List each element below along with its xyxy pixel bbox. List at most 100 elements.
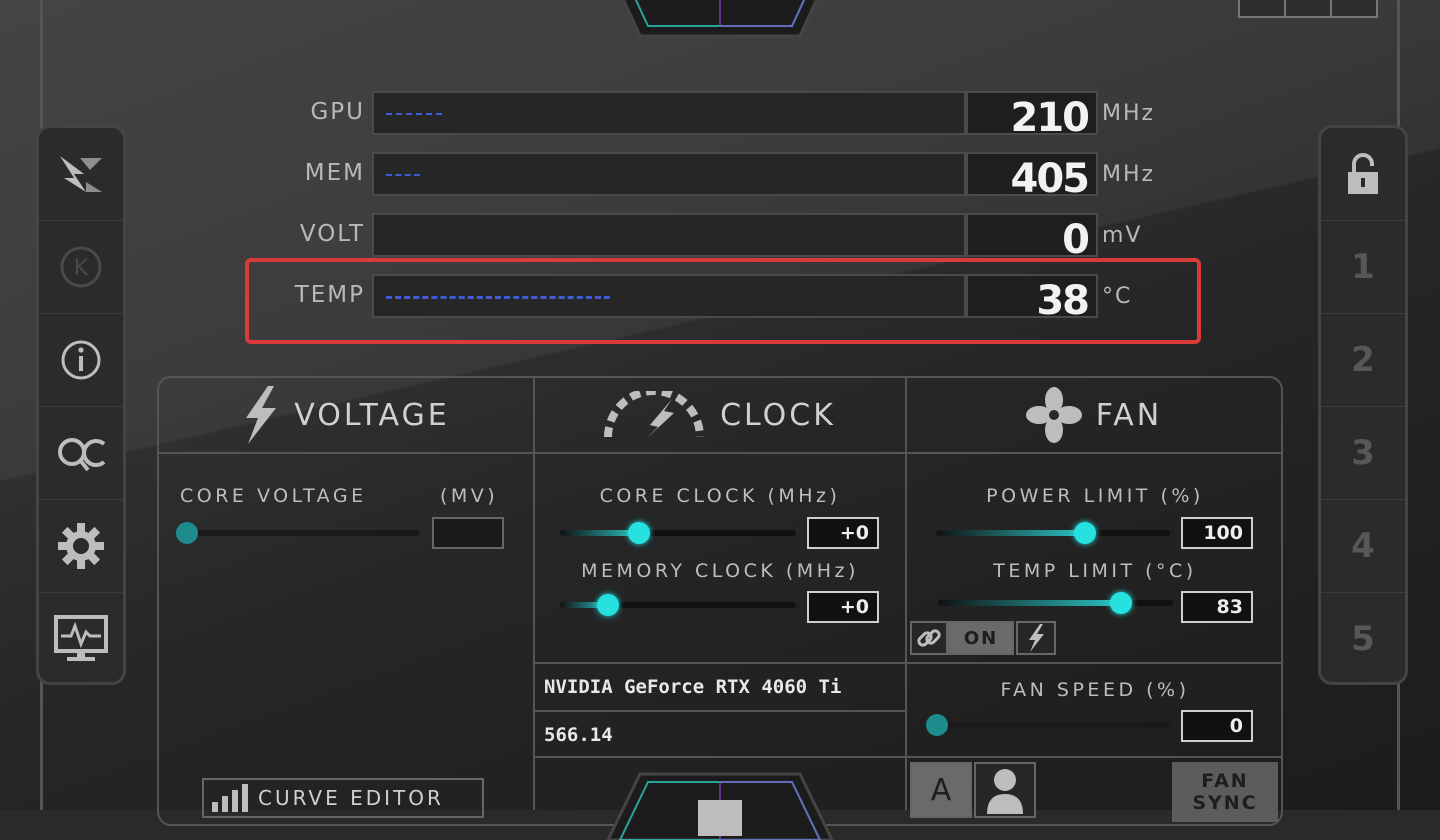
user-icon [987,769,1023,814]
temp-limit-input[interactable]: 83 [1181,591,1253,623]
fan-sync-label: FAN [1201,770,1249,792]
fan-speed-slider[interactable] [926,714,1170,736]
curve-editor-label: CURVE EDITOR [258,786,444,810]
fan-speed-label: FAN SPEED (%) [1000,679,1190,701]
bottom-action-tab [606,772,834,840]
core-voltage-unit: (MV) [440,485,499,507]
memory-clock-slider[interactable] [560,594,796,616]
fan-icon [1025,387,1082,443]
profile-3-button[interactable]: 3 [1321,407,1405,500]
monitor-graph [372,152,966,196]
power-limit-slider[interactable] [936,522,1170,544]
monitor-label: VOLT [299,221,365,247]
memory-clock-knob[interactable] [597,594,619,616]
oc-scanner-icon [58,438,106,472]
core-clock-slider[interactable] [560,522,796,544]
tab-fan[interactable]: FAN [905,376,1283,454]
left-sidebar: K [36,125,126,685]
svg-text:K: K [74,256,89,281]
hardware-monitor-button[interactable] [39,593,123,685]
tab-clock[interactable]: CLOCK [533,376,905,454]
link-icon [917,629,941,647]
profile-5-button[interactable]: 5 [1321,593,1405,685]
profile-2-button[interactable]: 2 [1321,314,1405,407]
fan-speed-input[interactable]: 0 [1181,710,1253,742]
profile-number: 4 [1351,526,1375,566]
core-clock-knob[interactable] [628,522,650,544]
divider [533,710,905,712]
info-button[interactable] [39,314,123,407]
memory-clock-input[interactable]: +0 [807,591,879,623]
k-button[interactable]: K [39,221,123,314]
speedometer-icon [604,391,705,439]
curve-editor-button[interactable]: CURVE EDITOR [202,778,484,818]
monitor-value-box: 405 [966,152,1098,202]
monitor-value: 0 [1062,217,1090,263]
window-controls [1238,0,1378,18]
profile-4-button[interactable]: 4 [1321,500,1405,593]
profile-number: 3 [1351,433,1375,473]
power-limit-label: POWER LIMIT (%) [986,485,1204,507]
core-voltage-knob[interactable] [176,522,198,544]
memory-clock-label: MEMORY CLOCK (MHz) [581,560,859,582]
settings-window-button[interactable] [1238,0,1286,18]
bar-chart-icon [212,784,248,812]
gpu-name: NVIDIA GeForce RTX 4060 Ti [544,676,842,698]
boost-button[interactable] [1016,621,1056,655]
power-limit-knob[interactable] [1074,522,1096,544]
right-sidebar: 1 2 3 4 5 [1318,125,1408,685]
divider [533,756,905,758]
driver-version: 566.14 [544,724,613,746]
monitor-label: GPU [310,99,365,125]
settings-button[interactable] [39,500,123,593]
monitor-unit: mV [1102,223,1143,248]
graph-line [386,174,420,178]
temp-limit-label: TEMP LIMIT (°C) [993,560,1197,582]
core-voltage-label: CORE VOLTAGE [180,485,367,507]
power-limit-input[interactable]: 100 [1181,517,1253,549]
fan-speed-knob[interactable] [926,714,948,736]
close-button[interactable] [1330,0,1378,18]
monitor-row-gpu: GPU 210 MHz [250,91,1210,141]
fan-sync-button[interactable]: FAN SYNC [1172,762,1278,822]
temp-limit-slider[interactable] [938,592,1174,614]
k-icon: K [60,246,102,288]
core-voltage-slider[interactable] [176,522,420,544]
monitor-label: MEM [304,160,365,186]
kombustor-icon [60,156,102,192]
profile-number: 5 [1351,619,1375,659]
monitor-icon [54,615,108,661]
divider [533,662,1283,664]
monitor-graph [372,91,966,135]
link-button[interactable] [910,621,948,655]
tab-voltage[interactable]: VOLTAGE [157,376,533,454]
fan-sync-label: SYNC [1192,792,1258,814]
power-limit-fill [936,530,1086,536]
lightning-icon [246,386,277,444]
oc-scanner-button[interactable] [39,407,123,500]
core-clock-label: CORE CLOCK (MHz) [599,485,841,507]
link-on-toggle[interactable]: ON [948,621,1014,655]
core-voltage-input[interactable] [432,517,504,549]
settings-icon [58,523,104,569]
temp-limit-fill [938,600,1123,606]
core-clock-input[interactable]: +0 [807,517,879,549]
temp-highlight-box [245,258,1201,344]
kombustor-button[interactable] [39,128,123,221]
tab-fan-label: FAN [1095,397,1163,433]
monitor-value-box: 210 [966,91,1098,141]
lock-button[interactable] [1321,128,1405,221]
profile-1-button[interactable]: 1 [1321,221,1405,314]
tab-voltage-label: VOLTAGE [294,397,450,433]
monitor-value-box: 0 [966,213,1098,263]
msi-logo-tab [621,0,819,38]
tab-clock-label: CLOCK [720,397,836,433]
profile-number: 1 [1351,247,1375,287]
graph-line [386,113,442,117]
minimize-button[interactable] [1284,0,1332,18]
temp-limit-knob[interactable] [1110,592,1132,614]
lock-icon [1348,153,1378,194]
monitor-row-mem: MEM 405 MHz [250,152,1210,202]
monitor-value: 210 [1010,95,1090,141]
profile-number: 2 [1351,340,1375,380]
